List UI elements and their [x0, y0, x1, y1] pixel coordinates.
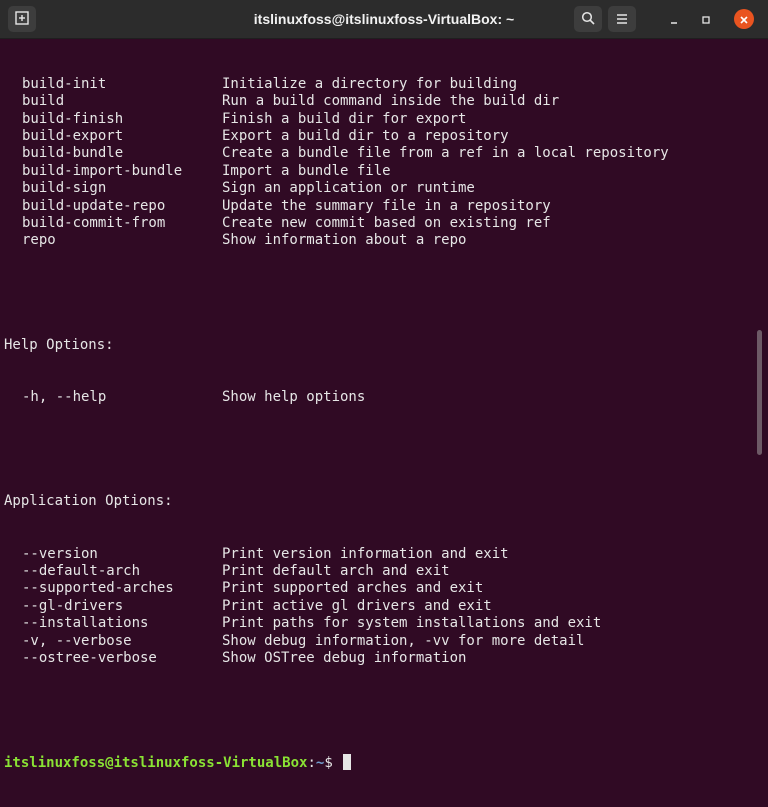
option-row: -h, --help Show help options: [4, 389, 754, 406]
hamburger-menu-icon: [615, 10, 629, 29]
option-description: Print version information and exit: [222, 545, 509, 562]
option-row: --installations Print paths for system in…: [4, 615, 754, 632]
option-row: --gl-drivers Print active gl drivers and …: [4, 598, 754, 615]
title-bar: itslinuxfoss@itslinuxfoss-VirtualBox: ~: [0, 0, 768, 39]
application-options-list: --version Print version information and e…: [4, 546, 754, 668]
terminal-window: itslinuxfoss@itslinuxfoss-VirtualBox: ~: [0, 0, 768, 771]
scrollbar[interactable]: [757, 330, 762, 455]
option-description: Export a build dir to a repository: [222, 127, 509, 144]
build-commands-list: build-init Initialize a directory for bui…: [4, 76, 754, 250]
option-row: build-init Initialize a directory for bui…: [4, 76, 754, 93]
maximize-icon: [701, 10, 711, 29]
option-description: Print default arch and exit: [222, 562, 450, 579]
option-command: build-commit-from: [22, 214, 166, 231]
option-description: Print supported arches and exit: [222, 580, 484, 597]
application-options-heading: Application Options:: [4, 493, 173, 510]
option-row: build-commit-from Create new commit based…: [4, 215, 754, 232]
option-row: build-sign Sign an application or runtime: [4, 180, 754, 197]
window-title: itslinuxfoss@itslinuxfoss-VirtualBox: ~: [253, 11, 515, 27]
option-row: -v, --verbose Show debug information, -vv…: [4, 633, 754, 650]
option-command: --default-arch: [22, 562, 141, 579]
help-options-heading: Help Options:: [4, 336, 114, 353]
option-row: build-bundle Create a bundle file from a …: [4, 145, 754, 162]
option-description: Show debug information, -vv for more det…: [222, 632, 585, 649]
close-button[interactable]: [734, 9, 754, 29]
menu-button[interactable]: [608, 6, 636, 32]
option-command: -v, --verbose: [22, 632, 132, 649]
option-row: --supported-arches Print supported arches…: [4, 580, 754, 597]
option-description: Update the summary file in a repository: [222, 197, 551, 214]
option-command: build-finish: [22, 110, 124, 127]
option-command: build-init: [22, 75, 107, 92]
close-icon: [739, 10, 749, 29]
option-description: Import a bundle file: [222, 162, 391, 179]
option-command: build-import-bundle: [22, 162, 183, 179]
option-description: Print paths for system installations and…: [222, 615, 602, 632]
option-command: build-bundle: [22, 145, 124, 162]
prompt-separator: :: [307, 755, 316, 772]
option-description: Sign an application or runtime: [222, 180, 475, 197]
minimize-button[interactable]: [664, 9, 684, 29]
option-row: --version Print version information and e…: [4, 546, 754, 563]
option-description: Show information about a repo: [222, 232, 467, 249]
prompt-path: ~: [315, 755, 325, 772]
option-description: Create new commit based on existing ref: [222, 214, 551, 231]
option-command: build: [22, 93, 65, 110]
terminal-output[interactable]: build-init Initialize a directory for bui…: [4, 41, 754, 771]
option-row: build Run a build command inside the buil…: [4, 93, 754, 110]
option-description: Show help options: [222, 388, 366, 405]
option-description: Initialize a directory for building: [222, 75, 518, 92]
option-command: --supported-arches: [22, 580, 174, 597]
option-command: --installations: [22, 615, 149, 632]
option-command: build-export: [22, 127, 124, 144]
option-description: Show OSTree debug information: [222, 649, 467, 666]
option-command: --version: [22, 545, 98, 562]
option-command: repo: [22, 232, 56, 249]
option-description: Create a bundle file from a ref in a loc…: [222, 145, 669, 162]
prompt-symbol: $: [324, 755, 342, 772]
prompt-line[interactable]: itslinuxfoss@itslinuxfoss-VirtualBox:~$: [4, 754, 754, 771]
maximize-button[interactable]: [696, 9, 716, 29]
option-command: build-sign: [22, 180, 107, 197]
option-row: build-import-bundle Import a bundle file: [4, 163, 754, 180]
option-row: build-export Export a build dir to a repo…: [4, 128, 754, 145]
option-description: Print active gl drivers and exit: [222, 597, 492, 614]
option-row: build-update-repo Update the summary file…: [4, 198, 754, 215]
option-row: --default-arch Print default arch and exi…: [4, 563, 754, 580]
option-row: repo Show information about a repo: [4, 232, 754, 249]
option-command: build-update-repo: [22, 197, 166, 214]
option-command: --ostree-verbose: [22, 649, 157, 666]
search-icon: [581, 10, 595, 29]
search-button[interactable]: [574, 6, 602, 32]
option-description: Run a build command inside the build dir: [222, 93, 560, 110]
help-options-list: -h, --help Show help options: [4, 389, 754, 406]
minimize-icon: [669, 10, 679, 29]
option-command: --gl-drivers: [22, 597, 124, 614]
option-row: --ostree-verbose Show OSTree debug inform…: [4, 650, 754, 667]
prompt-user-host: itslinuxfoss@itslinuxfoss-VirtualBox: [4, 755, 308, 772]
text-cursor: [343, 754, 352, 771]
option-row: build-finish Finish a build dir for expor…: [4, 111, 754, 128]
option-description: Finish a build dir for export: [222, 110, 467, 127]
option-command: -h, --help: [22, 388, 107, 405]
